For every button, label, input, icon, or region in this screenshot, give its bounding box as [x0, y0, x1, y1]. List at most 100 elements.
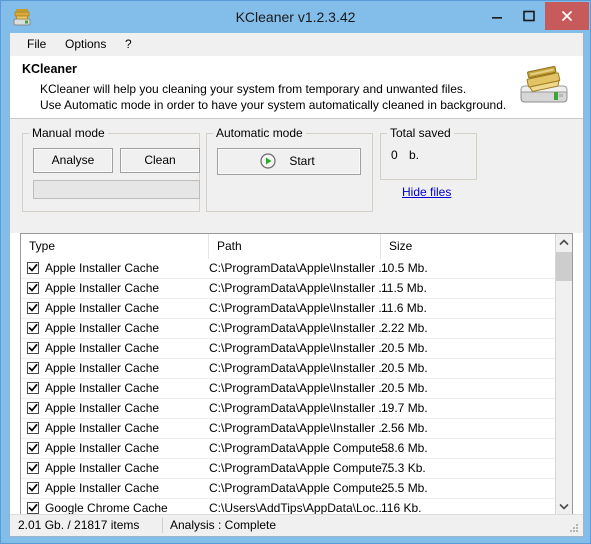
status-separator [162, 518, 163, 533]
column-header-path[interactable]: Path [209, 234, 381, 259]
menu-item-options[interactable]: Options [56, 33, 115, 56]
cell-size: 20.5 Mb. [381, 341, 428, 355]
column-header-size[interactable]: Size [381, 234, 556, 259]
row-checkbox[interactable] [27, 282, 39, 294]
cell-path: C:\ProgramData\Apple\Installer ... [209, 341, 389, 355]
automatic-mode-group: Automatic mode Start [206, 126, 373, 212]
total-saved-value: 0 [391, 148, 398, 162]
total-saved-group: Total saved 0 b. [380, 126, 477, 180]
cell-size: 10.5 Mb. [381, 261, 428, 275]
table-row[interactable]: Apple Installer Cache C:\ProgramData\Appl… [21, 299, 556, 319]
maximize-button[interactable] [513, 2, 545, 30]
manual-progress-bar [33, 180, 200, 199]
chevron-up-icon[interactable] [556, 234, 572, 251]
table-row[interactable]: Apple Installer Cache C:\ProgramData\Appl… [21, 359, 556, 379]
analyse-button[interactable]: Analyse [33, 148, 113, 173]
status-state: Analysis : Complete [170, 518, 277, 532]
cell-path: C:\ProgramData\Apple Compute... [209, 441, 392, 455]
cell-type: Apple Installer Cache [45, 421, 160, 435]
row-checkbox[interactable] [27, 322, 39, 334]
cell-path: C:\ProgramData\Apple\Installer ... [209, 281, 389, 295]
banner-title: KCleaner [22, 62, 77, 76]
hard-drive-broom-icon [513, 62, 575, 110]
cell-path: C:\ProgramData\Apple\Installer ... [209, 301, 389, 315]
kcleaner-window: KCleaner v1.2.3.42 File Options ? KClean… [0, 0, 591, 544]
table-row[interactable]: Apple Installer Cache C:\ProgramData\Appl… [21, 319, 556, 339]
cell-size: 11.6 Mb. [381, 301, 427, 315]
cell-type: Apple Installer Cache [45, 261, 160, 275]
table-row[interactable]: Apple Installer Cache C:\ProgramData\Appl… [21, 419, 556, 439]
table-row[interactable]: Apple Installer Cache C:\ProgramData\Appl… [21, 279, 556, 299]
status-summary: 2.01 Gb. / 21817 items [18, 518, 140, 532]
file-list: Type Path Size Apple Installer Cache C:\P… [20, 233, 573, 516]
table-row[interactable]: Apple Installer Cache C:\ProgramData\Appl… [21, 399, 556, 419]
hide-files-link[interactable]: Hide files [402, 185, 451, 199]
row-checkbox[interactable] [27, 502, 39, 514]
cell-type: Apple Installer Cache [45, 301, 160, 315]
cell-path: C:\ProgramData\Apple\Installer ... [209, 261, 389, 275]
list-header: Type Path Size [21, 234, 572, 260]
cell-path: C:\ProgramData\Apple\Installer ... [209, 321, 389, 335]
cell-path: C:\ProgramData\Apple Compute... [209, 481, 392, 495]
cell-type: Apple Installer Cache [45, 361, 160, 375]
cell-size: 20.5 Mb. [381, 381, 428, 395]
row-checkbox[interactable] [27, 302, 39, 314]
table-row[interactable]: Apple Installer Cache C:\ProgramData\Appl… [21, 479, 556, 499]
clean-button[interactable]: Clean [120, 148, 200, 173]
cell-size: 58.6 Mb. [381, 441, 428, 455]
menu-item-help[interactable]: ? [116, 33, 141, 56]
scrollbar-thumb[interactable] [556, 252, 572, 281]
cell-size: 20.5 Mb. [381, 361, 428, 375]
banner-line-1: KCleaner will help you cleaning your sys… [40, 82, 467, 96]
total-saved-unit: b. [409, 148, 420, 162]
cell-type: Apple Installer Cache [45, 461, 160, 475]
table-row[interactable]: Apple Installer Cache C:\ProgramData\Appl… [21, 459, 556, 479]
banner: KCleaner KCleaner will help you cleaning… [10, 56, 583, 119]
cell-size: 19.7 Mb. [381, 401, 428, 415]
row-checkbox[interactable] [27, 262, 39, 274]
list-rows: Apple Installer Cache C:\ProgramData\Appl… [21, 259, 556, 515]
chevron-down-icon[interactable] [556, 498, 572, 515]
cell-size: 25.5 Mb. [381, 481, 428, 495]
row-checkbox[interactable] [27, 402, 39, 414]
row-checkbox[interactable] [27, 342, 39, 354]
mode-panels: Manual mode Analyse Clean Automatic mode… [10, 119, 583, 233]
row-checkbox[interactable] [27, 442, 39, 454]
table-row[interactable]: Apple Installer Cache C:\ProgramData\Appl… [21, 259, 556, 279]
table-row[interactable]: Apple Installer Cache C:\ProgramData\Appl… [21, 439, 556, 459]
table-row[interactable]: Apple Installer Cache C:\ProgramData\Appl… [21, 339, 556, 359]
cell-path: C:\ProgramData\Apple\Installer ... [209, 381, 389, 395]
list-scrollbar[interactable] [555, 234, 572, 515]
start-button-label: Start [289, 154, 315, 168]
banner-line-2: Use Automatic mode in order to have your… [40, 98, 507, 112]
row-checkbox[interactable] [27, 462, 39, 474]
menu-item-file[interactable]: File [18, 33, 55, 56]
client-area: File Options ? KCleaner KCleaner will he… [9, 33, 584, 537]
cell-type: Apple Installer Cache [45, 281, 160, 295]
cell-type: Apple Installer Cache [45, 481, 160, 495]
cell-type: Apple Installer Cache [45, 341, 160, 355]
close-button[interactable] [545, 2, 589, 30]
cell-path: C:\ProgramData\Apple\Installer ... [209, 401, 389, 415]
cell-type: Apple Installer Cache [45, 441, 160, 455]
cell-path: C:\ProgramData\Apple Compute... [209, 461, 392, 475]
cell-type: Apple Installer Cache [45, 381, 160, 395]
column-header-type[interactable]: Type [21, 234, 209, 259]
status-bar: 2.01 Gb. / 21817 items Analysis : Comple… [10, 514, 583, 536]
resize-grip[interactable] [568, 522, 580, 534]
menu-bar: File Options ? [10, 33, 583, 57]
manual-mode-group: Manual mode Analyse Clean [22, 126, 200, 212]
manual-mode-legend: Manual mode [29, 126, 108, 140]
row-checkbox[interactable] [27, 422, 39, 434]
cell-size: 2.22 Mb. [381, 321, 428, 335]
cell-size: 2.56 Mb. [381, 421, 428, 435]
minimize-button[interactable] [481, 2, 513, 30]
row-checkbox[interactable] [27, 382, 39, 394]
automatic-mode-legend: Automatic mode [213, 126, 306, 140]
row-checkbox[interactable] [27, 482, 39, 494]
start-button[interactable]: Start [217, 148, 361, 175]
row-checkbox[interactable] [27, 362, 39, 374]
table-row[interactable]: Apple Installer Cache C:\ProgramData\Appl… [21, 379, 556, 399]
cell-size: 11.5 Mb. [381, 281, 427, 295]
cell-type: Apple Installer Cache [45, 321, 160, 335]
